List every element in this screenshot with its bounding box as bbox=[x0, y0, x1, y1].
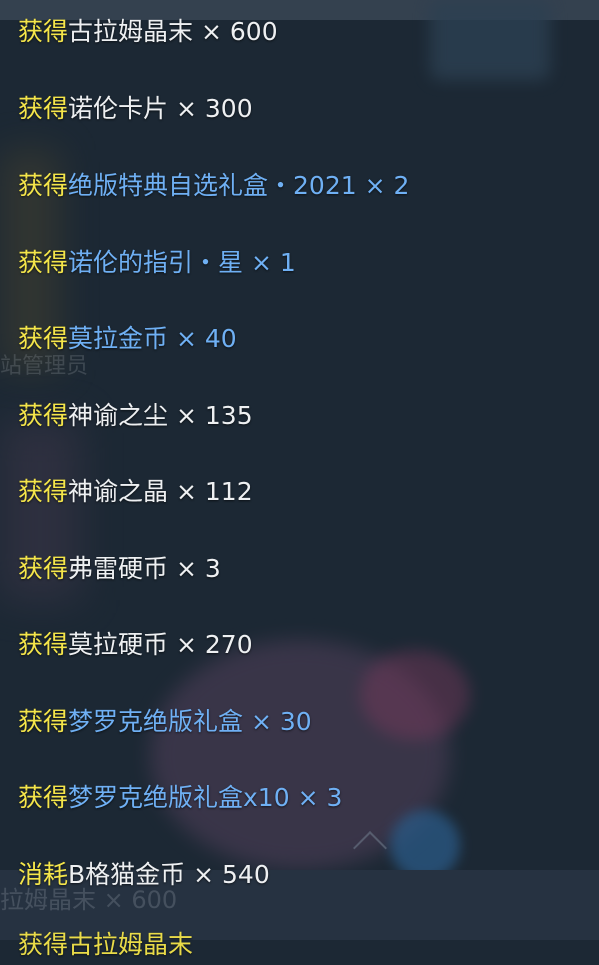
log-entry: 获得神谕之尘 × 135 bbox=[18, 396, 253, 436]
log-entry: 获得莫拉金币 × 40 bbox=[18, 319, 237, 359]
log-verb: 获得 bbox=[18, 94, 69, 123]
log-verb: 消耗 bbox=[18, 860, 69, 889]
log-qty: × 3 bbox=[175, 554, 221, 583]
log-qty: × 3 bbox=[297, 783, 343, 812]
log-entry: 获得弗雷硬币 × 3 bbox=[18, 549, 221, 589]
log-entry: 获得诺伦的指引・星 × 1 bbox=[18, 243, 296, 283]
log-qty: × 135 bbox=[175, 401, 253, 430]
log-item: 诺伦的指引・星 bbox=[68, 248, 244, 277]
log-item: 古拉姆晶末 bbox=[68, 17, 194, 46]
log-item: 绝版特典自选礼盒・2021 bbox=[68, 171, 357, 200]
log-entry: 获得梦罗克绝版礼盒 × 30 bbox=[18, 702, 312, 742]
log-item: 莫拉硬币 bbox=[68, 630, 169, 659]
log-verb: 获得 bbox=[18, 401, 69, 430]
log-verb: 获得 bbox=[18, 248, 69, 277]
log-entry: 获得梦罗克绝版礼盒x10 × 3 bbox=[18, 778, 342, 818]
log-entry: 消耗B格猫金币 × 540 bbox=[18, 855, 270, 895]
log-qty: × 270 bbox=[175, 630, 253, 659]
log-entry-partial: 获得古拉姆晶末 bbox=[18, 930, 194, 959]
log-verb: 获得 bbox=[18, 630, 69, 659]
log-qty: × 112 bbox=[175, 477, 253, 506]
log-entry: 获得绝版特典自选礼盒・2021 × 2 bbox=[18, 166, 409, 206]
log-verb: 获得 bbox=[18, 783, 69, 812]
log-verb: 获得 bbox=[18, 324, 69, 353]
log-item: 弗雷硬币 bbox=[68, 554, 169, 583]
log-verb: 获得 bbox=[18, 477, 69, 506]
log-verb: 获得 bbox=[18, 171, 69, 200]
log-item: 神谕之晶 bbox=[68, 477, 169, 506]
log-qty: × 300 bbox=[175, 94, 253, 123]
log-item: 神谕之尘 bbox=[68, 401, 169, 430]
log-entry: 获得神谕之晶 × 112 bbox=[18, 472, 253, 512]
log-entry: 获得古拉姆晶末 × 600 bbox=[18, 12, 278, 52]
log-entry: 获得莫拉硬币 × 270 bbox=[18, 625, 253, 665]
log-qty: × 2 bbox=[364, 171, 410, 200]
log-qty: × 40 bbox=[175, 324, 237, 353]
log-verb: 获得 bbox=[18, 17, 69, 46]
log-item: B格猫金币 bbox=[68, 860, 186, 889]
log-item: 梦罗克绝版礼盒 bbox=[68, 707, 244, 736]
log-item: 诺伦卡片 bbox=[68, 94, 169, 123]
log-verb: 获得 bbox=[18, 554, 69, 583]
log-qty: × 600 bbox=[200, 17, 278, 46]
log-qty: × 540 bbox=[193, 860, 270, 889]
log-item: 梦罗克绝版礼盒x10 bbox=[68, 783, 290, 812]
log-entry: 获得诺伦卡片 × 300 bbox=[18, 89, 253, 129]
log-qty: × 30 bbox=[250, 707, 312, 736]
reward-log: 获得古拉姆晶末 × 600 获得诺伦卡片 × 300 获得绝版特典自选礼盒・20… bbox=[0, 0, 599, 959]
log-verb: 获得 bbox=[18, 707, 69, 736]
log-qty: × 1 bbox=[250, 248, 296, 277]
log-item: 莫拉金币 bbox=[68, 324, 169, 353]
